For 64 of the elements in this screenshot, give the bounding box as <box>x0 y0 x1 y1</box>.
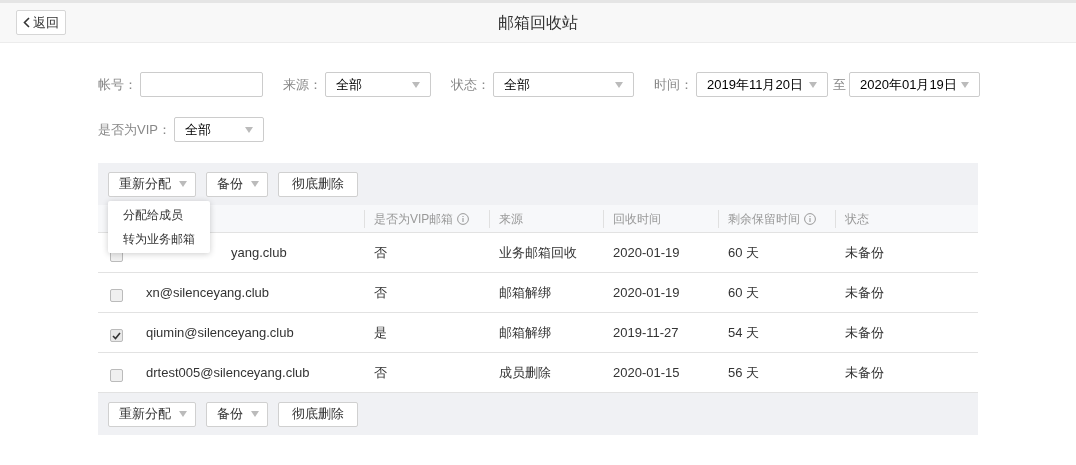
table-cell: 否 <box>374 284 387 300</box>
table-cell: 2019-11-27 <box>613 324 679 340</box>
text-input[interactable] <box>140 72 263 97</box>
table-cell: 业务邮箱回收 <box>499 244 577 260</box>
column-header: 来源 <box>499 210 523 228</box>
table-cell: 否 <box>374 244 387 260</box>
table-cell: 54 天 <box>728 324 760 340</box>
select-field[interactable]: 全部 <box>173 117 264 142</box>
table-cell: 未备份 <box>845 244 884 260</box>
filter-label: 是否为VIP： <box>98 120 171 139</box>
select-field[interactable]: 2020年01月19日 <box>849 72 980 97</box>
toolbar-button[interactable]: 彻底删除 <box>278 171 358 197</box>
table-cell: 2020-01-19 <box>613 284 680 300</box>
filter-label: 来源： <box>283 75 322 94</box>
column-header: 是否为VIP邮箱 <box>374 210 454 228</box>
table-cell: 60 天 <box>728 244 760 260</box>
page-title: 邮箱回收站 <box>498 12 578 33</box>
email-cell: drtest005@silenceyang.club <box>146 364 310 380</box>
email-cell: yang.club <box>231 244 287 260</box>
caret-icon <box>251 181 259 187</box>
table-cell: 未备份 <box>845 284 884 300</box>
email-cell: xn@silenceyang.club <box>146 284 270 300</box>
table-cell: 邮箱解绑 <box>499 284 551 300</box>
caret-icon <box>412 81 420 88</box>
filter-label: 状态： <box>451 75 490 94</box>
checkbox[interactable] <box>110 289 123 302</box>
table-cell: 否 <box>374 364 387 380</box>
toolbar-button[interactable]: 重新分配 <box>108 171 196 197</box>
select-field[interactable]: 全部 <box>493 72 634 97</box>
table-cell: 2020-01-19 <box>613 244 680 260</box>
column-header: 剩余保留时间 <box>728 210 800 228</box>
back-button[interactable]: 返回 <box>16 10 66 35</box>
toolbar-button[interactable]: 重新分配 <box>108 401 196 427</box>
menu-item[interactable]: 转为业务邮箱 <box>108 227 210 251</box>
filter-label: 时间： <box>654 75 693 94</box>
toolbar-button[interactable]: 彻底删除 <box>278 401 358 427</box>
checkbox[interactable] <box>110 369 123 382</box>
table-cell: 56 天 <box>728 364 760 380</box>
email-cell: qiumin@silenceyang.club <box>146 324 294 340</box>
chevron-left-icon <box>23 17 30 28</box>
caret-icon <box>615 81 623 88</box>
table-cell: 成员删除 <box>499 364 551 380</box>
caret-icon <box>251 411 259 417</box>
table-cell: 未备份 <box>845 364 884 380</box>
toolbar-button[interactable]: 备份 <box>206 171 268 197</box>
table-cell: 未备份 <box>845 324 884 340</box>
table-cell: 邮箱解绑 <box>499 324 551 340</box>
caret-icon <box>179 181 187 187</box>
menu-item[interactable]: 分配给成员 <box>108 203 210 227</box>
filter-label: 帐号： <box>98 75 137 94</box>
select-field[interactable]: 全部 <box>325 72 431 97</box>
table-cell: 60 天 <box>728 284 760 300</box>
filter-label: 至 <box>833 75 846 94</box>
select-field[interactable]: 2019年11月20日 <box>696 72 828 97</box>
checkbox[interactable] <box>110 329 123 342</box>
table-cell: 2020-01-15 <box>613 364 680 380</box>
caret-icon <box>809 81 817 88</box>
table-cell: 是 <box>374 324 387 340</box>
caret-icon <box>244 126 253 133</box>
caret-icon <box>179 411 187 417</box>
column-header: 回收时间 <box>613 210 661 228</box>
toolbar-button[interactable]: 备份 <box>206 401 268 427</box>
column-header: 状态 <box>845 210 869 228</box>
caret-icon <box>961 81 969 88</box>
